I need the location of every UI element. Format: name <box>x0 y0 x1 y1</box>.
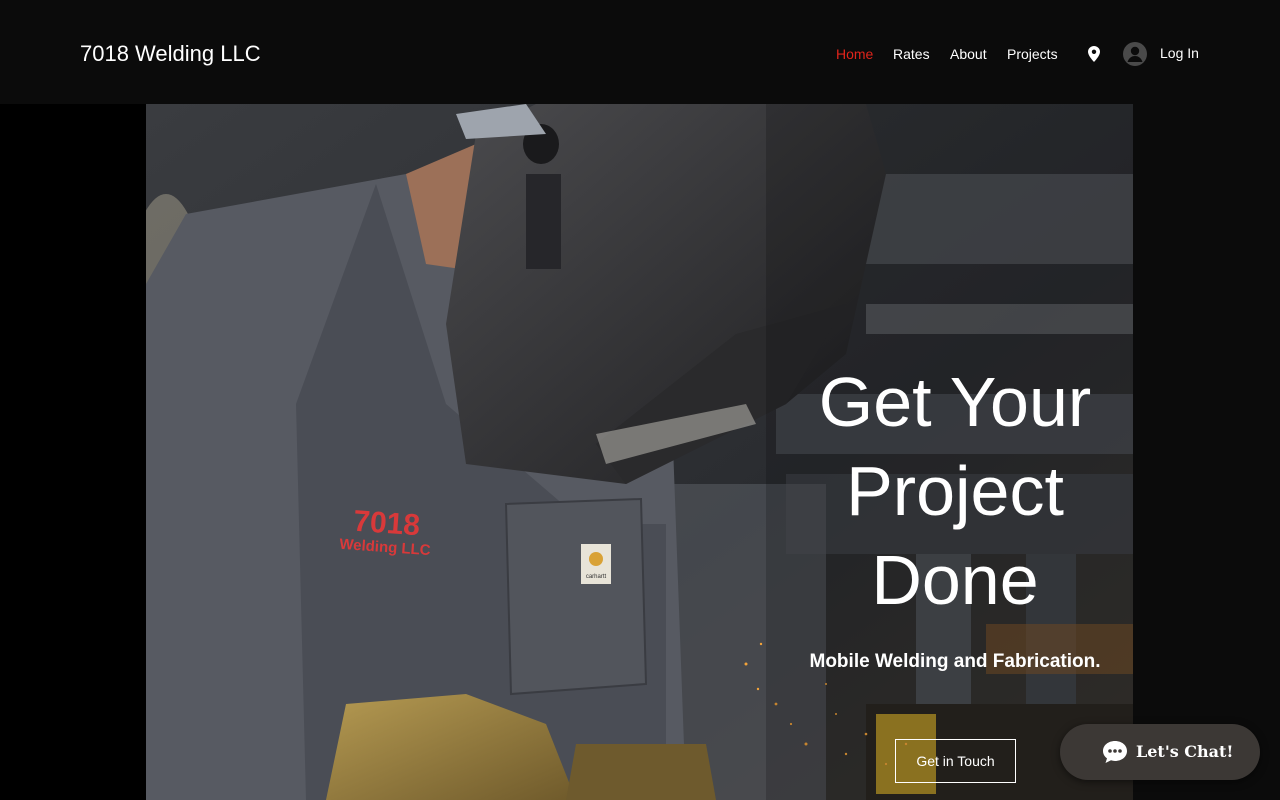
nav-home[interactable]: Home <box>836 44 873 64</box>
nav-about[interactable]: About <box>950 44 987 64</box>
hero-headline-line-1: Get Your <box>818 363 1092 441</box>
site-title[interactable]: 7018 Welding LLC <box>80 40 261 68</box>
nav-rates[interactable]: Rates <box>893 44 930 64</box>
nav-projects[interactable]: Projects <box>1007 44 1058 64</box>
hero-subheadline: Mobile Welding and Fabrication. <box>809 651 1101 672</box>
left-margin <box>0 104 146 800</box>
map-pin-icon[interactable] <box>1088 46 1100 62</box>
hero-headline-line-2: Project <box>846 452 1064 530</box>
user-avatar-icon[interactable] <box>1123 42 1147 66</box>
chat-label: Let's Chat! <box>1136 742 1234 761</box>
login-link[interactable]: Log In <box>1160 43 1199 63</box>
site-header: 7018 Welding LLC Home Rates About Projec… <box>0 0 1280 104</box>
pocket-tag: carhartt <box>585 574 607 580</box>
chat-widget-button[interactable]: Let's Chat! <box>1060 724 1260 780</box>
chat-bubble-icon <box>1103 741 1127 763</box>
shirt-logo: 7018 Welding LLC <box>324 505 447 561</box>
right-margin <box>1133 104 1280 800</box>
hero-headline-line-3: Done <box>871 541 1039 619</box>
hero-headline: Get Your Project Done <box>790 358 1120 625</box>
get-in-touch-button[interactable]: Get in Touch <box>895 739 1016 783</box>
